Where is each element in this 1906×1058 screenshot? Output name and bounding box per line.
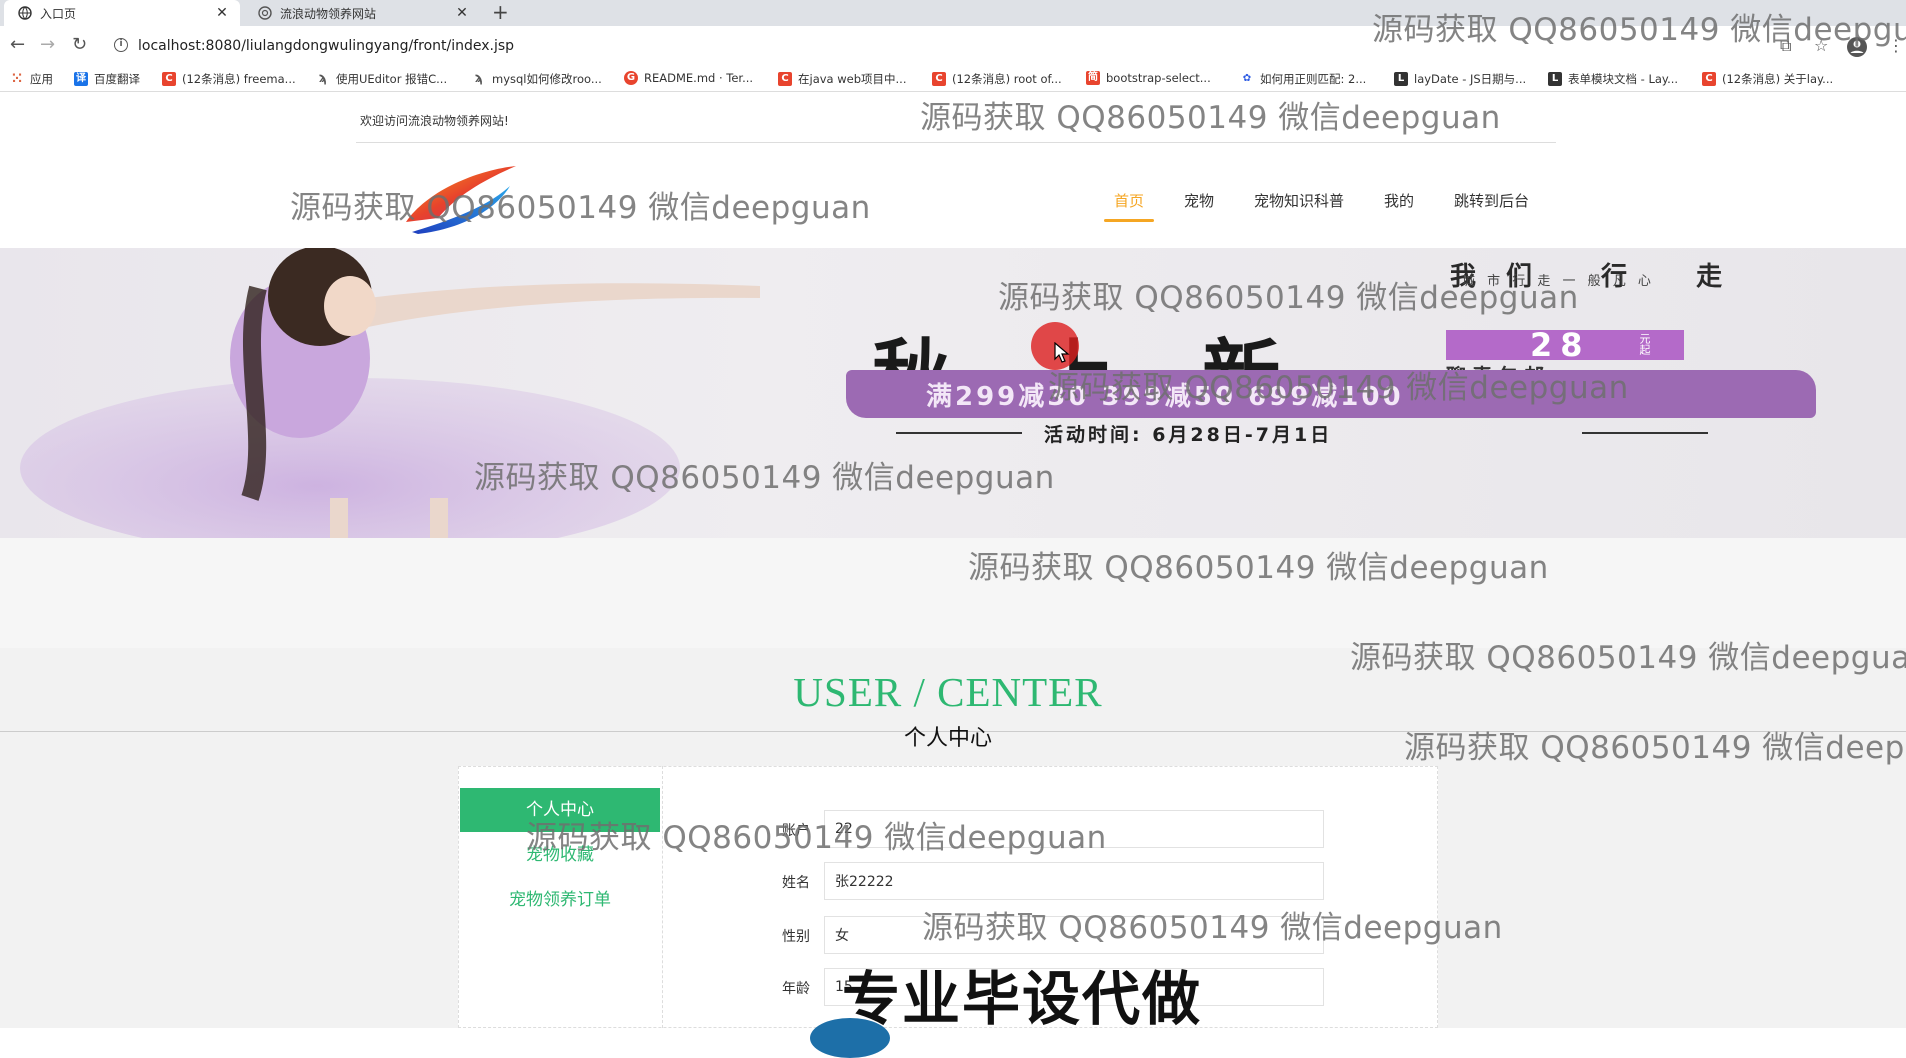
ueditor-icon: ϡ: [318, 71, 328, 86]
bookmark-item[interactable]: ϡ mysql如何修改roo...: [472, 71, 602, 87]
watermark: 源码获取 QQ86050149 微信deepguan: [968, 550, 1549, 586]
watermark: 源码获取 QQ86050149 微信deepguan: [1372, 12, 1906, 48]
name-field[interactable]: [824, 862, 1324, 900]
bookmark-item[interactable]: ✿ 如何用正则匹配: 2...: [1240, 71, 1367, 87]
watermark: 源码获取 QQ86050149 微信deepguan: [1404, 730, 1906, 766]
tab-pet-adoption-site[interactable]: 流浪动物领养网站 ✕: [244, 0, 480, 26]
bookmark-label: README.md · Ter...: [644, 71, 754, 85]
bookmark-label: mysql如何修改roo...: [492, 72, 602, 86]
baidu-translate-icon: 译: [74, 72, 88, 86]
bookmark-item[interactable]: C 在java web项目中...: [778, 71, 907, 87]
bootstrap-select-icon: 简: [1086, 71, 1100, 85]
close-tab-icon[interactable]: ✕: [214, 5, 230, 21]
banner-rule-left: [896, 432, 1022, 434]
name-label: 姓名: [782, 875, 810, 891]
watermark: 源码获取 QQ86050149 微信deepguan: [1048, 370, 1629, 406]
banner-rule-right: [1582, 432, 1708, 434]
nav-home[interactable]: 首页: [1114, 190, 1144, 211]
bookmark-label: 如何用正则匹配: 2...: [1260, 72, 1367, 86]
age-label: 年龄: [782, 981, 810, 997]
csdn-icon: C: [932, 72, 946, 86]
reload-icon[interactable]: ↻: [72, 35, 87, 55]
nav-pet-knowledge[interactable]: 宠物知识科普: [1254, 190, 1344, 211]
tab-title: 流浪动物领养网站: [280, 6, 377, 21]
banner-price-unit: 元起: [1638, 333, 1651, 355]
bookmark-item[interactable]: C (12条消息) 关于lay...: [1702, 71, 1833, 87]
tab-title: 入口页: [40, 6, 77, 21]
site-icon: [258, 6, 272, 20]
watermark: 源码获取 QQ86050149 微信deepguan: [1350, 640, 1906, 676]
bookmark-label: 表单模块文档 - Lay...: [1568, 72, 1679, 86]
bookmark-label: (12条消息) 关于lay...: [1722, 72, 1834, 86]
bookmark-item[interactable]: G README.md · Ter...: [624, 71, 753, 85]
tab-entry-page[interactable]: 入口页 ✕: [4, 0, 240, 26]
laydate-icon: L: [1394, 72, 1408, 86]
csdn-icon: C: [778, 72, 792, 86]
bookmark-label: (12条消息) freema...: [182, 72, 296, 86]
nav-mine[interactable]: 我的: [1384, 190, 1414, 211]
nav-pets[interactable]: 宠物: [1184, 190, 1214, 211]
forward-icon[interactable]: →: [40, 35, 55, 55]
bookmark-label: 在java web项目中...: [798, 72, 907, 86]
close-tab-icon[interactable]: ✕: [454, 5, 470, 21]
watermark: 源码获取 QQ86050149 微信deepguan: [922, 910, 1503, 946]
bookmark-label: 应用: [30, 72, 53, 86]
sidebar-item-adoption-orders[interactable]: 宠物领养订单: [460, 878, 660, 922]
welcome-text: 欢迎访问流浪动物领养网站!: [360, 114, 509, 128]
csdn-icon: C: [162, 72, 176, 86]
apps-grid-icon: ⁙: [11, 71, 23, 87]
baidu-paw-icon: ✿: [1242, 73, 1252, 84]
watermark: 源码获取 QQ86050149 微信deepguan: [474, 460, 1055, 496]
bookmark-label: bootstrap-select...: [1106, 71, 1211, 85]
bookmark-label: layDate - JS日期与...: [1414, 72, 1527, 86]
bookmark-item[interactable]: C (12条消息) freema...: [162, 71, 296, 87]
globe-icon: [18, 6, 32, 20]
layui-icon: L: [1548, 72, 1562, 86]
new-tab-button[interactable]: +: [492, 2, 509, 22]
info-icon[interactable]: i: [114, 38, 128, 52]
bookmark-apps[interactable]: ⁙ 应用: [10, 71, 53, 87]
bookmark-item[interactable]: LlayDate - JS日期与...: [1394, 71, 1526, 87]
bookmark-label: 使用UEditor 报错C...: [336, 72, 448, 86]
url-text: localhost:8080/liulangdongwulingyang/fro…: [138, 38, 515, 54]
bookmark-item[interactable]: C (12条消息) root of...: [932, 71, 1062, 87]
csdn-icon: C: [1702, 72, 1716, 86]
bookmark-item[interactable]: L 表单模块文档 - Lay...: [1548, 71, 1678, 87]
back-icon[interactable]: ←: [10, 35, 25, 55]
watermark: 源码获取 QQ86050149 微信deepguan: [920, 100, 1501, 136]
banner-period: 活动时间: 6月28日-7月1日: [1044, 424, 1333, 446]
banner-price: 28: [1530, 326, 1591, 364]
watermark: 源码获取 QQ86050149 微信deepguan: [290, 190, 871, 226]
nav-active-indicator: [1104, 219, 1154, 222]
watermark: 源码获取 QQ86050149 微信deepguan: [526, 820, 1107, 856]
bookmark-label: (12条消息) root of...: [952, 72, 1062, 86]
bookmark-item[interactable]: ϡ 使用UEditor 报错C...: [316, 71, 447, 87]
sidebar-divider: [662, 766, 663, 1028]
promo-overlay-text: 专业毕设代做: [842, 965, 1203, 1033]
header-divider: [356, 142, 1556, 143]
nav-admin[interactable]: 跳转到后台: [1454, 190, 1529, 211]
watermark: 源码获取 QQ86050149 微信deepguan: [998, 280, 1579, 316]
mouse-cursor-icon: [1054, 342, 1070, 364]
gender-label: 性别: [782, 929, 810, 945]
bookmark-item[interactable]: 译百度翻译: [74, 71, 140, 87]
bookmark-label: 百度翻译: [94, 72, 140, 86]
bookmark-item[interactable]: 简 bootstrap-select...: [1086, 71, 1211, 85]
bookmarks-bar: ⁙ 应用 译百度翻译 C (12条消息) freema... ϡ 使用UEditor …: [0, 66, 1906, 92]
mysql-icon: ϡ: [474, 71, 484, 86]
gitee-icon: G: [624, 71, 638, 85]
